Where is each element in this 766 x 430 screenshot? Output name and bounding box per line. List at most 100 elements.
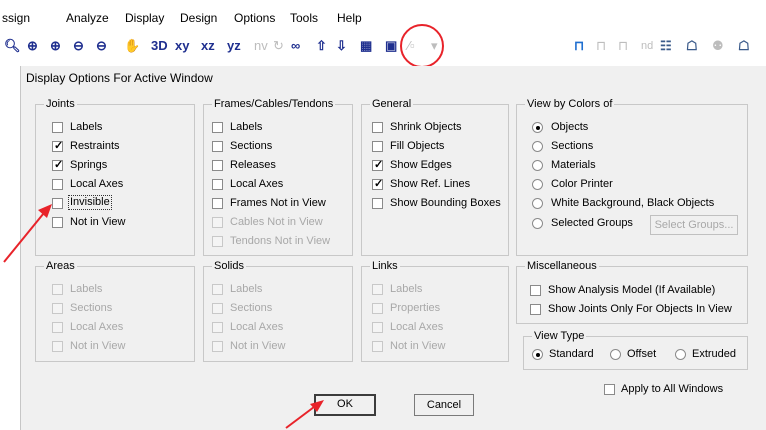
shrink-objects-checkbox[interactable]	[372, 122, 383, 133]
menu-design[interactable]: Design	[180, 11, 217, 25]
links-group-title: Links	[370, 259, 400, 273]
view-by-colors-group-title: View by Colors of	[525, 97, 615, 111]
zoom-window-icon[interactable]: ⊕	[50, 37, 61, 55]
general-group-title: General	[370, 97, 414, 111]
view-type-offset-radio[interactable]	[610, 349, 621, 360]
links-local-axes-label: Local Axes	[390, 321, 444, 333]
links-labels-label: Labels	[390, 283, 423, 295]
view-xy-button[interactable]: xy	[175, 37, 189, 55]
zoom-previous-icon[interactable]: ⊖	[96, 37, 107, 55]
links-not-in-view-checkbox	[372, 341, 383, 352]
frames-not-in-view-checkbox[interactable]	[212, 198, 223, 209]
view-nv-button[interactable]: nv	[254, 37, 268, 55]
cable-icon[interactable]: ⊓	[618, 37, 628, 55]
color-sections-label: Sections	[551, 140, 594, 152]
frames-not-in-view-label: Frames Not in View	[230, 197, 326, 209]
frames-releases-label: Releases	[230, 159, 276, 171]
annotation-arrow-ok-icon	[285, 400, 324, 429]
color-selected-groups-label: Selected Groups	[551, 217, 633, 229]
frame-icon[interactable]: ⊓	[574, 37, 584, 55]
areas-sections-label: Sections	[70, 302, 113, 314]
load-icon[interactable]: ☖	[686, 37, 698, 55]
menu-options[interactable]: Options	[234, 11, 275, 25]
menu-analyze[interactable]: Analyze	[66, 11, 109, 25]
menu-bar: ssign Analyze Display Design Options Too…	[0, 0, 766, 30]
section-icon[interactable]: ⚉	[712, 37, 724, 55]
view-type-extruded-radio[interactable]	[675, 349, 686, 360]
set-display-options-icon[interactable]: ▣	[385, 37, 397, 55]
links-properties-checkbox	[372, 303, 383, 314]
frames-local-axes-label: Local Axes	[230, 178, 284, 190]
show-edges-label: Show Edges	[390, 159, 452, 171]
zoom-out-icon[interactable]: ⊕	[27, 37, 38, 55]
cancel-button[interactable]: Cancel	[414, 394, 474, 416]
solids-local-axes-label: Local Axes	[230, 321, 284, 333]
joints-group-title: Joints	[44, 97, 77, 111]
table-icon[interactable]: ☖	[738, 37, 750, 55]
view-type-group-title: View Type	[532, 329, 587, 343]
zoom-in-icon[interactable]: 🔍︎	[4, 37, 21, 55]
menu-help[interactable]: Help	[337, 11, 362, 25]
frames-releases-checkbox[interactable]	[212, 160, 223, 171]
frame-gray-icon[interactable]: ⊓	[596, 37, 606, 55]
show-edges-checkbox[interactable]: ✓	[372, 159, 383, 171]
links-labels-checkbox	[372, 284, 383, 295]
view-xz-button[interactable]: xz	[201, 37, 215, 55]
apply-to-all-windows-checkbox[interactable]	[604, 384, 615, 395]
view-3d-icon[interactable]: 3D	[151, 37, 168, 55]
fill-objects-label: Fill Objects	[390, 140, 445, 152]
color-white-background-radio[interactable]	[532, 198, 543, 209]
view-type-standard-radio[interactable]	[532, 349, 543, 360]
color-selected-groups-radio[interactable]	[532, 218, 543, 229]
color-objects-label: Objects	[551, 121, 589, 133]
menu-tools[interactable]: Tools	[290, 11, 318, 25]
joints-restraints-checkbox[interactable]: ✓	[52, 140, 63, 152]
color-printer-radio[interactable]	[532, 179, 543, 190]
rotate-icon[interactable]: ↻	[273, 37, 284, 55]
perspective-icon[interactable]: ∞	[291, 37, 300, 55]
areas-labels-checkbox	[52, 284, 63, 295]
solids-local-axes-checkbox	[212, 322, 223, 333]
cables-not-in-view-label: Cables Not in View	[230, 216, 323, 228]
fill-objects-checkbox[interactable]	[372, 141, 383, 152]
assign-icon[interactable]: ☷	[660, 37, 672, 55]
menu-display[interactable]: Display	[125, 11, 164, 25]
joints-not-in-view-label: Not in View	[70, 216, 126, 228]
object-shrink-icon[interactable]: ▦	[360, 37, 372, 55]
areas-sections-checkbox	[52, 303, 63, 314]
cables-not-in-view-checkbox	[212, 217, 223, 228]
view-yz-button[interactable]: yz	[227, 37, 241, 55]
color-printer-label: Color Printer	[551, 178, 613, 190]
pan-icon[interactable]: ✋	[124, 37, 140, 55]
zoom-restore-icon[interactable]: ⊖	[73, 37, 84, 55]
joints-springs-checkbox[interactable]: ✓	[52, 159, 63, 171]
joints-labels-checkbox[interactable]	[52, 122, 63, 133]
show-joints-only-checkbox[interactable]	[530, 304, 541, 315]
frames-sections-label: Sections	[230, 140, 273, 152]
color-objects-radio[interactable]	[532, 122, 543, 133]
show-joints-only-label: Show Joints Only For Objects In View	[548, 303, 732, 315]
joints-labels-label: Labels	[70, 121, 103, 133]
areas-local-axes-label: Local Axes	[70, 321, 124, 333]
frames-local-axes-checkbox[interactable]	[212, 179, 223, 190]
highlight-circle	[400, 24, 444, 68]
areas-local-axes-checkbox	[52, 322, 63, 333]
shrink-objects-label: Shrink Objects	[390, 121, 462, 133]
show-analysis-model-label: Show Analysis Model (If Available)	[548, 284, 716, 296]
solids-labels-label: Labels	[230, 283, 263, 295]
links-not-in-view-label: Not in View	[390, 340, 446, 352]
view-nd-button[interactable]: nd	[641, 37, 653, 55]
show-analysis-model-checkbox[interactable]	[530, 285, 541, 296]
show-ref-lines-checkbox[interactable]: ✓	[372, 178, 383, 190]
solids-group-title: Solids	[212, 259, 246, 273]
up-arrow-icon[interactable]: ⇧	[316, 37, 327, 55]
show-bounding-boxes-checkbox[interactable]	[372, 198, 383, 209]
color-white-background-label: White Background, Black Objects	[551, 197, 715, 209]
down-arrow-icon[interactable]: ⇩	[336, 37, 347, 55]
color-sections-radio[interactable]	[532, 141, 543, 152]
menu-assign[interactable]: ssign	[2, 11, 30, 25]
joints-local-axes-checkbox[interactable]	[52, 179, 63, 190]
color-materials-radio[interactable]	[532, 160, 543, 171]
frames-sections-checkbox[interactable]	[212, 141, 223, 152]
frames-labels-checkbox[interactable]	[212, 122, 223, 133]
